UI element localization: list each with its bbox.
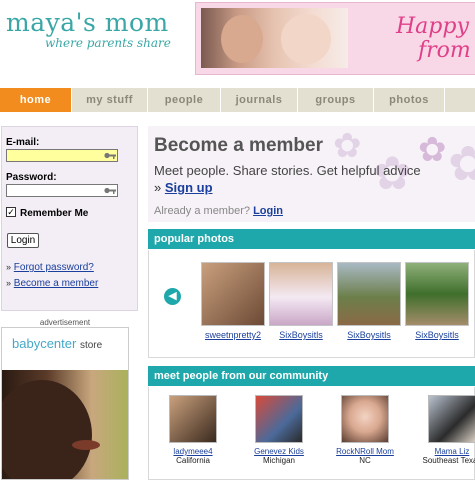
flower-icon: ✿ — [333, 127, 362, 165]
already-text: Already a member? — [154, 205, 250, 217]
member-location: California — [176, 456, 210, 465]
password-label: Password: — [6, 172, 57, 183]
photo-thumb[interactable] — [405, 262, 469, 326]
become-member-panel: ✿ ✿ ✿ ✿ Become a member Meet people. Sha… — [148, 126, 475, 222]
become-title: Become a member — [154, 135, 323, 156]
community-heading: meet people from our community — [148, 366, 475, 386]
popular-photos-carousel: ◀ sweetnpretty2 SixBoysitls SixBoysitls … — [148, 250, 475, 358]
logo-title: maya's mom — [6, 8, 169, 37]
banner-photo — [201, 8, 348, 68]
tab-groups[interactable]: groups — [298, 88, 374, 112]
photo-caption[interactable]: SixBoysitls — [400, 330, 474, 340]
photo-caption[interactable]: SixBoysitls — [264, 330, 338, 340]
member-location: Michigan — [262, 456, 295, 465]
login-button[interactable]: Login — [7, 233, 39, 248]
arrow-icon: » — [6, 262, 12, 272]
member-avatar[interactable] — [341, 395, 389, 443]
already-member-row: Already a member? Login — [154, 205, 283, 217]
forgot-password-link[interactable]: Forgot password? — [14, 262, 94, 273]
photo-caption[interactable]: SixBoysitls — [332, 330, 406, 340]
flower-icon: ✿ — [448, 138, 475, 191]
member-location: NC — [359, 456, 371, 465]
key-icon — [104, 152, 116, 159]
photo-thumb[interactable] — [269, 262, 333, 326]
become-member-link[interactable]: Become a member — [14, 278, 98, 289]
babycenter-ad[interactable]: babycenter store — [1, 327, 129, 480]
remember-label: Remember Me — [20, 208, 89, 219]
tab-home[interactable]: home — [0, 88, 72, 112]
member-name[interactable]: ladymeee4 — [150, 447, 236, 456]
ad-face — [2, 380, 92, 479]
member-name[interactable]: Genevez Kids — [236, 447, 322, 456]
prev-arrow-icon[interactable]: ◀ — [164, 288, 181, 305]
tab-journals[interactable]: journals — [221, 88, 298, 112]
email-label: E-mail: — [6, 137, 40, 148]
member-avatar[interactable] — [255, 395, 303, 443]
ad-label: advertisement — [39, 318, 91, 327]
banner-text: Happy from — [396, 15, 471, 63]
member-name[interactable]: Mama Liz — [409, 447, 475, 456]
become-description: Meet people. Share stories. Get helpful … — [154, 163, 421, 178]
login-box: E-mail: Password: ✓ Remember Me Login » … — [1, 126, 138, 311]
key-icon — [104, 187, 116, 194]
password-field[interactable] — [6, 184, 118, 197]
signup-link[interactable]: Sign up — [165, 180, 213, 195]
ad-brand-suffix: store — [79, 340, 103, 351]
photo-caption[interactable]: sweetnpretty2 — [196, 330, 270, 340]
banner-ad[interactable]: Happy from — [195, 2, 475, 75]
login-link[interactable]: Login — [253, 205, 283, 217]
photo-thumb[interactable] — [201, 262, 265, 326]
ad-brand: babycenter — [12, 336, 77, 351]
logo-tagline: where parents share — [45, 36, 171, 50]
tab-my-stuff[interactable]: my stuff — [72, 88, 148, 112]
ad-lip — [72, 440, 100, 450]
tab-extra — [445, 88, 475, 112]
arrow-icon: » — [6, 278, 12, 288]
site-logo[interactable]: maya's mom where parents share — [6, 8, 171, 51]
babycenter-logo: babycenter store — [12, 336, 102, 351]
banner-line1: Happy — [396, 14, 469, 39]
member-location: Southeast Texas — [422, 456, 475, 465]
community-panel: ladymeee4 California Genevez Kids Michig… — [148, 387, 475, 480]
main-nav: home my stuff people journals groups pho… — [0, 88, 475, 112]
email-field[interactable] — [6, 149, 118, 162]
banner-line2: from — [418, 38, 471, 63]
baby-face — [281, 14, 331, 64]
remember-checkbox[interactable]: ✓ — [6, 207, 16, 217]
signup-row: » Sign up — [154, 180, 213, 195]
tab-people[interactable]: people — [148, 88, 221, 112]
forgot-password-row: » Forgot password? — [6, 262, 94, 273]
popular-photos-heading: popular photos — [148, 229, 475, 249]
tab-photos[interactable]: photos — [374, 88, 445, 112]
flower-icon: ✿ — [418, 131, 447, 169]
photo-thumb[interactable] — [337, 262, 401, 326]
arrow-icon: » — [154, 180, 162, 195]
ad-photo — [2, 370, 128, 479]
become-member-row: » Become a member — [6, 278, 98, 289]
member-name[interactable]: RockNRoll Mom — [322, 447, 408, 456]
member-avatar[interactable] — [169, 395, 217, 443]
mother-face — [221, 15, 263, 63]
member-avatar[interactable] — [428, 395, 475, 443]
